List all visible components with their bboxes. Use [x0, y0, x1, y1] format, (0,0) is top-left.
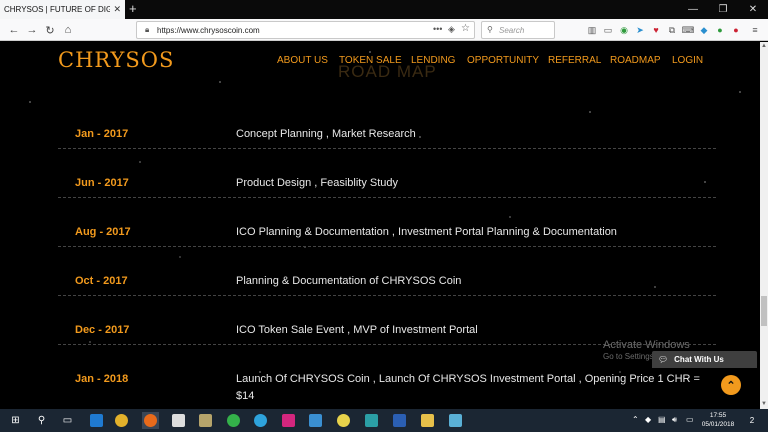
site-logo[interactable]: CHRYSOS: [58, 48, 174, 72]
battery-icon[interactable]: ▭: [686, 415, 694, 424]
browser-tab[interactable]: CHRYSOS | FUTURE OF DIGITAL FIN ✕: [0, 0, 125, 19]
extension-icon[interactable]: ◉: [617, 23, 631, 37]
roadmap-description: Product Design , Feasiblity Study: [236, 177, 399, 189]
clock-time: 17:55: [709, 412, 727, 419]
nav-opportunity[interactable]: OPPORTUNITY: [467, 55, 539, 66]
dropbox-icon[interactable]: ◆: [645, 415, 651, 424]
app-icon[interactable]: [447, 412, 464, 429]
window-close-icon[interactable]: ✕: [738, 0, 768, 19]
home-icon[interactable]: ⌂: [60, 22, 76, 38]
roadmap-row: Jan - 2017 Concept Planning , Market Res…: [58, 114, 716, 149]
scroll-down-icon[interactable]: ▼: [760, 400, 768, 409]
clock-date: 05/01/2018: [701, 421, 735, 428]
restore-icon[interactable]: ❐: [708, 0, 738, 19]
roadmap-description: ICO Planning & Documentation , Investmen…: [236, 226, 617, 238]
nav-roadmap[interactable]: ROADMAP: [610, 55, 661, 66]
search-icon: ⚲: [487, 25, 493, 34]
roadmap-date: Oct - 2017: [75, 275, 128, 287]
whatsapp-icon[interactable]: ●: [713, 23, 727, 37]
url-bar[interactable]: 🔒︎ https://www.chrysoscoin.com ••• ◈ ☆: [136, 21, 475, 39]
forward-icon[interactable]: →: [24, 22, 40, 38]
roadmap-row: Jan - 2018 Launch Of CHRYSOS Coin , Laun…: [58, 359, 716, 409]
browser-tab-strip: CHRYSOS | FUTURE OF DIGITAL FIN ✕ + — ❐ …: [0, 0, 768, 19]
volume-icon[interactable]: 🔊︎: [672, 415, 677, 425]
scroll-up-icon[interactable]: ▲: [760, 42, 768, 51]
roadmap-date: Jan - 2018: [75, 373, 129, 385]
nav-referral[interactable]: REFERRAL: [548, 55, 601, 66]
search-input[interactable]: ⚲ Search: [481, 21, 555, 39]
firefox-icon[interactable]: [142, 412, 159, 429]
app-icon[interactable]: [307, 412, 324, 429]
photos-icon[interactable]: [197, 412, 214, 429]
telegram-icon[interactable]: [252, 412, 269, 429]
nav-token-sale[interactable]: TOKEN SALE: [339, 55, 402, 66]
back-icon[interactable]: ←: [6, 22, 22, 38]
taskbar: ⊞ ⚲ ▭ ⌃ ◆ ▤ 🔊︎ ▭ 17:55 05/01/2018 2: [0, 409, 768, 432]
url-text: https://www.chrysoscoin.com: [157, 26, 260, 35]
lock-icon: 🔒︎: [145, 25, 150, 34]
web-page: CHRYSOS ROAD MAP ABOUT US TOKEN SALE LEN…: [0, 42, 760, 409]
keyboard-icon[interactable]: ⌨: [681, 23, 695, 37]
roadmap-row: Jun - 2017 Product Design , Feasiblity S…: [58, 163, 716, 198]
telegram-icon[interactable]: ➤: [633, 23, 647, 37]
activate-title: Activate Windows: [603, 339, 690, 351]
reload-icon[interactable]: ↻: [42, 22, 58, 38]
roadmap-row: Aug - 2017 ICO Planning & Documentation …: [58, 212, 716, 247]
nav-lending[interactable]: LENDING: [411, 55, 455, 66]
roadmap-date: Dec - 2017: [75, 324, 130, 336]
tab-title: CHRYSOS | FUTURE OF DIGITAL FIN: [4, 5, 111, 14]
roadmap-date: Aug - 2017: [75, 226, 131, 238]
minimize-icon[interactable]: —: [678, 0, 708, 19]
file-explorer-icon[interactable]: [419, 412, 436, 429]
library-icon[interactable]: ▥: [585, 23, 599, 37]
scrollbar-thumb[interactable]: [761, 296, 767, 326]
site-header: CHRYSOS ROAD MAP ABOUT US TOKEN SALE LEN…: [0, 42, 760, 81]
page-actions-icon[interactable]: •••: [433, 24, 442, 34]
app-icon[interactable]: [335, 412, 352, 429]
close-icon[interactable]: ✕: [113, 4, 121, 15]
screen: CHRYSOS | FUTURE OF DIGITAL FIN ✕ + — ❐ …: [0, 0, 768, 432]
search-icon[interactable]: ⚲: [33, 412, 50, 429]
roadmap-row: Oct - 2017 Planning & Documentation of C…: [58, 261, 716, 296]
search-placeholder: Search: [499, 26, 525, 35]
word-icon[interactable]: [391, 412, 408, 429]
app-icon[interactable]: [280, 412, 297, 429]
roadmap-date: Jun - 2017: [75, 177, 129, 189]
windows-start-icon[interactable]: ⊞: [7, 412, 24, 429]
menu-icon[interactable]: ≡: [748, 23, 762, 37]
nav-login[interactable]: LOGIN: [672, 55, 703, 66]
sidebar-icon[interactable]: ▭: [601, 23, 615, 37]
roadmap-description: Concept Planning , Market Research: [236, 128, 416, 140]
pocket-icon[interactable]: ◈: [448, 24, 455, 35]
scrollbar[interactable]: [760, 42, 768, 409]
translate-icon[interactable]: ◆: [697, 23, 711, 37]
app-icon[interactable]: [363, 412, 380, 429]
network-icon[interactable]: ▤: [658, 415, 666, 424]
roadmap-date: Jan - 2017: [75, 128, 129, 140]
browser-toolbar: ← → ↻ ⌂ 🔒︎ https://www.chrysoscoin.com •…: [0, 19, 768, 41]
system-clock[interactable]: 17:55 05/01/2018: [700, 411, 736, 429]
notification-count: 2: [749, 415, 755, 425]
roadmap-description: Planning & Documentation of CHRYSOS Coin: [236, 275, 462, 287]
tray-expand-icon[interactable]: ⌃: [632, 415, 639, 424]
screenshot-icon[interactable]: ⧉: [665, 23, 679, 37]
chat-widget[interactable]: 💬︎ Chat With Us: [652, 351, 757, 368]
edge-icon[interactable]: [88, 412, 105, 429]
calculator-icon[interactable]: [170, 412, 187, 429]
new-tab-icon[interactable]: +: [129, 2, 137, 16]
whatsapp-icon[interactable]: [225, 412, 242, 429]
roadmap-description: Launch Of CHRYSOS Coin , Launch Of CHRYS…: [236, 373, 700, 402]
bookmark-star-icon[interactable]: ☆: [461, 23, 470, 34]
chat-bubble-icon: 💬︎: [658, 355, 669, 364]
notification-icon[interactable]: 2: [745, 413, 759, 427]
task-view-icon[interactable]: ▭: [59, 412, 76, 429]
nav-about-us[interactable]: ABOUT US: [277, 55, 328, 66]
chat-label: Chat With Us: [674, 355, 724, 364]
scroll-top-icon[interactable]: ⌃: [721, 375, 741, 395]
adblock-icon[interactable]: ●: [729, 23, 743, 37]
pocket-save-icon[interactable]: ♥: [649, 23, 663, 37]
chrome-icon[interactable]: [113, 412, 130, 429]
roadmap-description: ICO Token Sale Event , MVP of Investment…: [236, 324, 478, 336]
